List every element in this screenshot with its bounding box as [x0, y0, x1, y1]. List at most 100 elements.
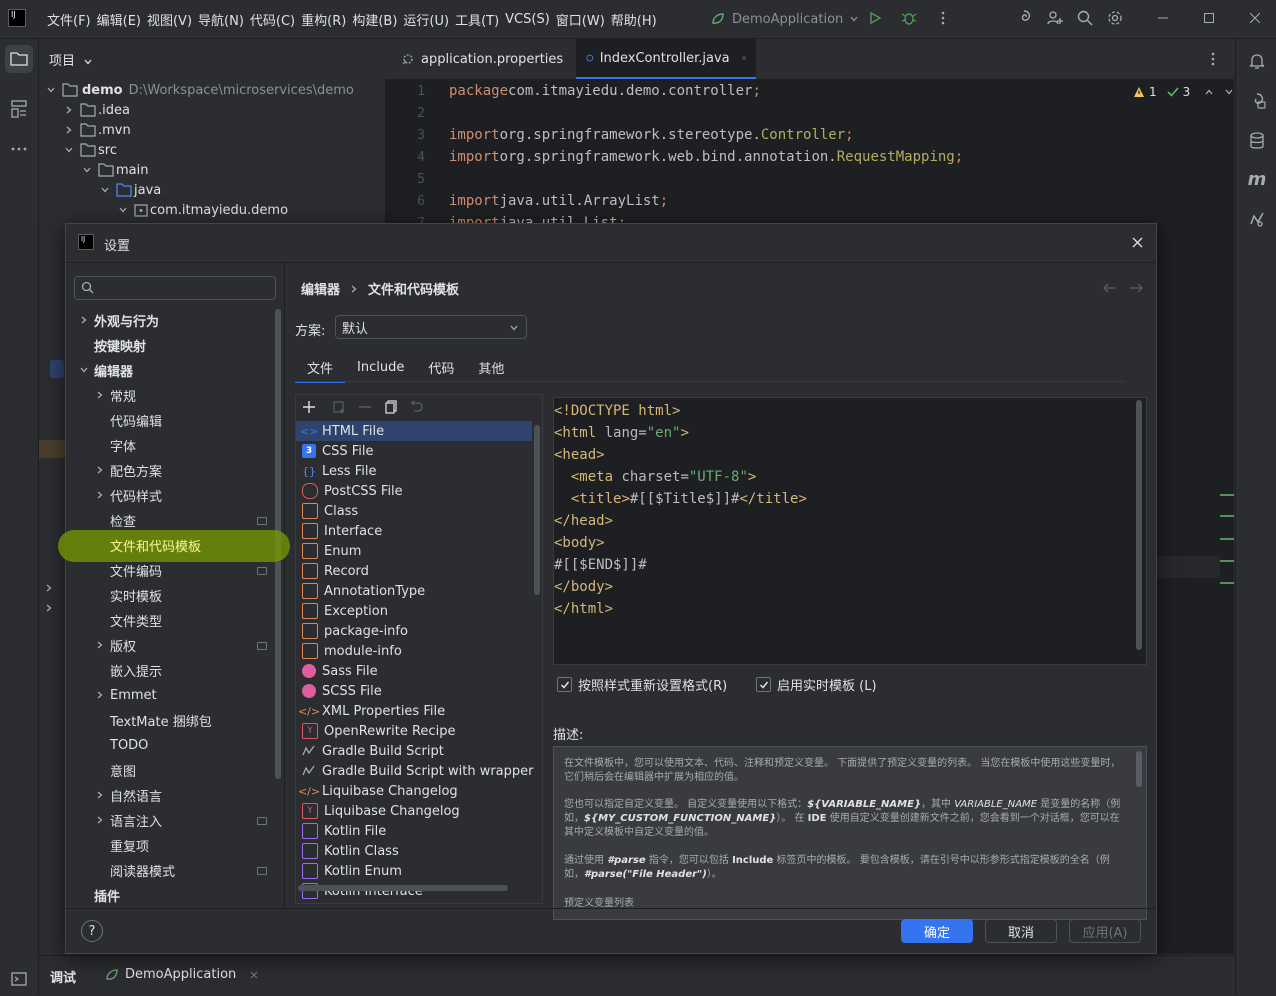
add-icon[interactable] — [302, 400, 316, 414]
menu-navigate[interactable]: 导航(N) — [195, 10, 247, 29]
help-button[interactable]: ? — [81, 920, 103, 942]
tree-row-root[interactable]: demo D:\Workspace\microservices\demo — [46, 80, 354, 100]
template-item[interactable]: Class — [296, 501, 532, 521]
nav-keymap[interactable]: 按键映射 — [94, 334, 146, 356]
more-vertical-icon[interactable] — [1211, 52, 1215, 66]
menu-vcs[interactable]: VCS(S) — [502, 12, 553, 27]
add-user-icon[interactable] — [1044, 7, 1066, 29]
template-item[interactable]: Interface — [296, 521, 532, 541]
gradle-icon[interactable] — [1243, 205, 1271, 233]
nav-color-scheme[interactable]: 配色方案 — [110, 459, 162, 481]
menu-build[interactable]: 构建(B) — [349, 10, 400, 29]
description-scrollbar[interactable] — [1136, 751, 1142, 787]
nav-textmate[interactable]: TextMate 捆绑包 — [110, 709, 212, 731]
nav-file-types[interactable]: 文件类型 — [110, 609, 162, 631]
structure-icon[interactable] — [5, 95, 33, 123]
ai-assistant-icon[interactable] — [1013, 7, 1035, 29]
search-icon[interactable] — [1074, 7, 1096, 29]
reset-icon[interactable] — [410, 400, 424, 414]
code-scrollbar[interactable] — [1136, 400, 1142, 650]
breadcrumb-item[interactable]: 编辑器 — [301, 279, 340, 298]
gear-icon[interactable] — [1104, 7, 1126, 29]
remove-icon[interactable] — [358, 400, 372, 414]
maximize-button[interactable] — [1186, 0, 1232, 36]
debug-icon[interactable] — [898, 7, 920, 29]
template-item[interactable]: Record — [296, 561, 532, 581]
nav-language-injections[interactable]: 语言注入 — [110, 809, 162, 831]
nav-intentions[interactable]: 意图 — [110, 759, 136, 781]
tree-row-src[interactable]: src — [64, 140, 117, 160]
nav-emmet[interactable]: Emmet — [110, 684, 157, 706]
project-panel-header[interactable]: 项目 — [49, 50, 93, 69]
settings-search-input[interactable] — [74, 276, 276, 300]
tree-row-package[interactable]: com.itmayiedu.demo — [118, 200, 288, 220]
tab-code[interactable]: 代码 — [416, 353, 466, 381]
template-item[interactable]: </> Liquibase Changelog — [296, 781, 532, 801]
ok-button[interactable]: 确定 — [901, 919, 973, 943]
notifications-icon[interactable] — [1243, 47, 1271, 75]
tree-row-mvn[interactable]: .mvn — [64, 120, 131, 140]
template-item[interactable]: Y OpenRewrite Recipe — [296, 721, 532, 741]
add-child-icon[interactable] — [332, 400, 346, 414]
back-arrow-icon[interactable] — [1103, 283, 1117, 293]
template-item[interactable]: Exception — [296, 601, 532, 621]
nav-file-encodings[interactable]: 文件编码 — [110, 559, 162, 581]
menu-window[interactable]: 窗口(W) — [553, 10, 608, 29]
live-templates-checkbox[interactable]: 启用实时模板 (L) — [756, 675, 877, 694]
template-list-scrollbar[interactable] — [534, 425, 540, 595]
nav-font[interactable]: 字体 — [110, 434, 136, 456]
template-item[interactable]: Gradle Build Script with wrapper — [296, 761, 534, 781]
chevron-down-icon[interactable] — [1224, 87, 1234, 97]
chevron-down-icon[interactable] — [79, 365, 89, 375]
nav-code-editing[interactable]: 代码编辑 — [110, 409, 162, 431]
tab-application-properties[interactable]: application.properties — [391, 39, 573, 79]
menu-file[interactable]: 文件(F) — [44, 10, 94, 29]
scheme-dropdown[interactable]: 默认 — [335, 315, 527, 339]
template-item[interactable]: Kotlin Enum — [296, 861, 532, 881]
debug-tab-label[interactable]: 调试 — [50, 967, 76, 986]
menu-tools[interactable]: 工具(T) — [452, 10, 502, 29]
template-item[interactable]: Y Liquibase Changelog — [296, 801, 532, 821]
run-icon[interactable] — [864, 7, 886, 29]
ai-chat-icon[interactable] — [1243, 87, 1271, 115]
template-code-editor[interactable]: <!DOCTYPE html> <html lang= "en" > <head> … — [553, 397, 1147, 665]
chevron-right-icon[interactable] — [95, 390, 105, 400]
template-item[interactable]: package-info — [296, 621, 532, 641]
template-item[interactable]: module-info — [296, 641, 532, 661]
template-item[interactable]: Sass File — [296, 661, 532, 681]
chevron-right-icon[interactable] — [95, 790, 105, 800]
template-item[interactable]: <> HTML File — [296, 421, 532, 441]
close-window-button[interactable] — [1232, 0, 1276, 36]
more-horizontal-icon[interactable] — [5, 135, 33, 163]
chevron-right-icon[interactable] — [95, 815, 105, 825]
minimize-button[interactable] — [1140, 0, 1186, 36]
template-list-hscrollbar[interactable] — [298, 885, 508, 891]
chevron-right-icon[interactable] — [95, 490, 105, 500]
terminal-icon[interactable] — [5, 965, 33, 993]
menu-refactor[interactable]: 重构(R) — [298, 10, 349, 29]
chevron-up-icon[interactable] — [1204, 87, 1214, 97]
template-item[interactable]: PostCSS File — [296, 481, 532, 501]
copy-icon[interactable] — [384, 400, 398, 414]
nav-inspections[interactable]: 检查 — [110, 509, 136, 531]
nav-plugins[interactable]: 插件 — [94, 884, 120, 906]
nav-inlay-hints[interactable]: 嵌入提示 — [110, 659, 162, 681]
folder-icon[interactable] — [5, 45, 33, 73]
template-item[interactable]: Kotlin File — [296, 821, 532, 841]
template-item[interactable]: {} Less File — [296, 461, 532, 481]
cancel-button[interactable]: 取消 — [985, 919, 1057, 943]
close-icon[interactable] — [250, 971, 258, 979]
chevron-right-icon[interactable] — [95, 465, 105, 475]
nav-appearance[interactable]: 外观与行为 — [94, 309, 159, 331]
nav-general[interactable]: 常规 — [110, 384, 136, 406]
template-item[interactable]: AnnotationType — [296, 581, 532, 601]
nav-code-style[interactable]: 代码样式 — [110, 484, 162, 506]
nav-reader-mode[interactable]: 阅读器模式 — [110, 859, 175, 881]
close-icon[interactable] — [1132, 237, 1143, 248]
nav-editor[interactable]: 编辑器 — [94, 359, 133, 381]
tab-files[interactable]: 文件 — [295, 353, 346, 383]
maven-icon[interactable]: m — [1243, 165, 1271, 193]
template-item[interactable]: Gradle Build Script — [296, 741, 532, 761]
template-item[interactable]: 3 CSS File — [296, 441, 532, 461]
menu-run[interactable]: 运行(U) — [400, 10, 452, 29]
